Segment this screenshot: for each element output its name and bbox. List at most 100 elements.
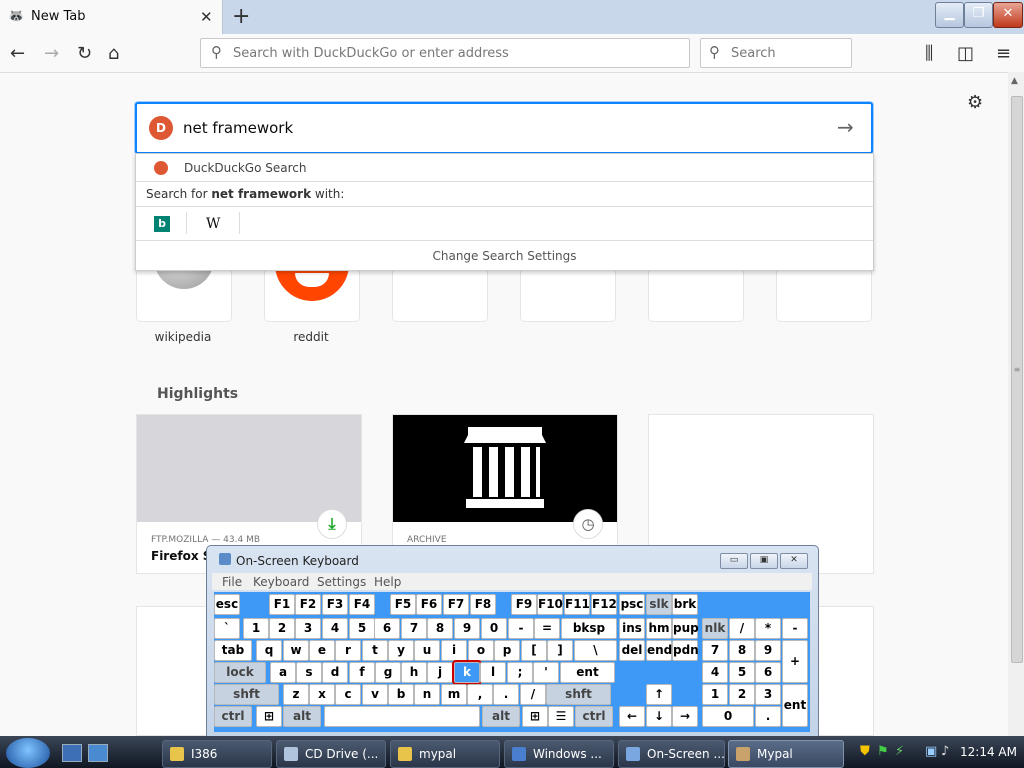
key-brk[interactable]: brk bbox=[672, 594, 698, 615]
top-site-reddit[interactable] bbox=[264, 271, 360, 322]
key-e[interactable]: e bbox=[309, 640, 335, 661]
flag-icon[interactable]: ⚑ bbox=[877, 744, 889, 759]
key-7[interactable]: 7 bbox=[401, 618, 427, 639]
key-ent[interactable]: ent bbox=[782, 684, 808, 727]
clock[interactable]: 12:14 AM bbox=[960, 745, 1017, 759]
key-.[interactable]: . bbox=[755, 706, 781, 727]
key-n[interactable]: n bbox=[414, 684, 440, 705]
key-k[interactable]: k bbox=[452, 660, 482, 685]
key-5[interactable]: 5 bbox=[349, 618, 375, 639]
key-F6[interactable]: F6 bbox=[416, 594, 442, 615]
key-shft[interactable]: shft bbox=[546, 684, 611, 705]
key-p[interactable]: p bbox=[494, 640, 520, 661]
new-tab-button[interactable]: + bbox=[232, 4, 250, 29]
taskbar-item[interactable]: Mypal bbox=[728, 740, 844, 768]
address-bar[interactable]: ⚲ Search with DuckDuckGo or enter addres… bbox=[200, 38, 690, 68]
osk-minimize-button[interactable]: ▭ bbox=[720, 553, 748, 569]
key-][interactable]: ] bbox=[547, 640, 573, 661]
key-s[interactable]: s bbox=[296, 662, 322, 683]
key-slk[interactable]: slk bbox=[646, 594, 672, 615]
minimize-button[interactable]: ▁ bbox=[935, 2, 964, 28]
key-shft[interactable]: shft bbox=[214, 684, 279, 705]
key-q[interactable]: q bbox=[256, 640, 282, 661]
key-8[interactable]: 8 bbox=[427, 618, 453, 639]
wikipedia-icon[interactable]: W bbox=[206, 216, 220, 232]
key-F11[interactable]: F11 bbox=[564, 594, 590, 615]
engine-suggestion[interactable]: DuckDuckGo Search bbox=[184, 161, 306, 175]
key-F5[interactable]: F5 bbox=[390, 594, 416, 615]
scroll-up-icon[interactable]: ▲ bbox=[1011, 76, 1018, 86]
sidebar-icon[interactable]: ◫ bbox=[957, 43, 974, 64]
key-space[interactable] bbox=[324, 706, 480, 727]
key-y[interactable]: y bbox=[388, 640, 414, 661]
key-f[interactable]: f bbox=[349, 662, 375, 683]
volume-icon[interactable]: ♪ bbox=[941, 744, 949, 759]
key-\[interactable]: \ bbox=[574, 640, 617, 661]
key-3[interactable]: 3 bbox=[755, 684, 781, 705]
key-.[interactable]: . bbox=[493, 684, 519, 705]
forward-icon[interactable]: → bbox=[44, 43, 59, 64]
key-`[interactable]: ` bbox=[214, 618, 240, 639]
key-esc[interactable]: esc bbox=[214, 594, 240, 615]
key-v[interactable]: v bbox=[362, 684, 388, 705]
key-F1[interactable]: F1 bbox=[269, 594, 295, 615]
home-icon[interactable]: ⌂ bbox=[108, 43, 119, 64]
key-j[interactable]: j bbox=[427, 662, 453, 683]
key-g[interactable]: g bbox=[375, 662, 401, 683]
key-h[interactable]: h bbox=[401, 662, 427, 683]
osk-close-button[interactable]: ✕ bbox=[780, 553, 808, 569]
key-↑[interactable]: ↑ bbox=[646, 684, 672, 705]
key-hm[interactable]: hm bbox=[646, 618, 672, 639]
key-⊞[interactable]: ⊞ bbox=[522, 706, 548, 727]
key-ins[interactable]: ins bbox=[619, 618, 645, 639]
key-pdn[interactable]: pdn bbox=[672, 640, 699, 661]
key-psc[interactable]: psc bbox=[619, 594, 645, 615]
key-x[interactable]: x bbox=[309, 684, 335, 705]
key-4[interactable]: 4 bbox=[322, 618, 348, 639]
key-6[interactable]: 6 bbox=[755, 662, 781, 683]
key-tab[interactable]: tab bbox=[214, 640, 252, 661]
menu-file[interactable]: File bbox=[222, 575, 242, 589]
key-F3[interactable]: F3 bbox=[322, 594, 348, 615]
shield-icon[interactable]: ⛊ bbox=[860, 744, 870, 759]
osk-maximize-button[interactable]: ▣ bbox=[750, 553, 778, 569]
key-;[interactable]: ; bbox=[507, 662, 533, 683]
key-alt[interactable]: alt bbox=[482, 706, 520, 727]
key-4[interactable]: 4 bbox=[702, 662, 728, 683]
key-i[interactable]: i bbox=[441, 640, 467, 661]
key-8[interactable]: 8 bbox=[729, 640, 755, 661]
key--[interactable]: - bbox=[782, 618, 808, 639]
key-/[interactable]: / bbox=[520, 684, 546, 705]
close-window-button[interactable]: ✕ bbox=[993, 2, 1023, 28]
key-+[interactable]: + bbox=[782, 640, 808, 683]
key-←[interactable]: ← bbox=[619, 706, 645, 727]
back-icon[interactable]: ← bbox=[10, 43, 25, 64]
reload-icon[interactable]: ↻ bbox=[77, 43, 92, 64]
key-1[interactable]: 1 bbox=[702, 684, 728, 705]
key-alt[interactable]: alt bbox=[283, 706, 321, 727]
taskbar-item[interactable]: CD Drive (... bbox=[276, 740, 386, 768]
key-2[interactable]: 2 bbox=[269, 618, 295, 639]
key-a[interactable]: a bbox=[270, 662, 296, 683]
key-t[interactable]: t bbox=[362, 640, 388, 661]
switch-windows-icon[interactable] bbox=[88, 744, 108, 762]
search-box[interactable]: ⚲ Search bbox=[700, 38, 852, 68]
key-F7[interactable]: F7 bbox=[443, 594, 469, 615]
key-F4[interactable]: F4 bbox=[349, 594, 375, 615]
key-2[interactable]: 2 bbox=[729, 684, 755, 705]
key-F2[interactable]: F2 bbox=[295, 594, 321, 615]
scroll-thumb[interactable]: ≡ bbox=[1011, 96, 1023, 663]
key-pup[interactable]: pup bbox=[672, 618, 699, 639]
key-5[interactable]: 5 bbox=[729, 662, 755, 683]
go-arrow-icon[interactable]: → bbox=[837, 115, 854, 139]
key-b[interactable]: b bbox=[388, 684, 414, 705]
key-→[interactable]: → bbox=[672, 706, 698, 727]
key-☰[interactable]: ☰ bbox=[548, 706, 574, 727]
tab-new-tab[interactable]: 🦝 New Tab ✕ bbox=[0, 0, 223, 34]
gear-icon[interactable]: ⚙ bbox=[967, 92, 983, 113]
key-0[interactable]: 0 bbox=[702, 706, 754, 727]
change-search-settings-button[interactable]: Change Search Settings bbox=[136, 249, 873, 263]
key-F9[interactable]: F9 bbox=[511, 594, 537, 615]
menu-keyboard[interactable]: Keyboard bbox=[253, 575, 309, 589]
key--[interactable]: - bbox=[508, 618, 534, 639]
